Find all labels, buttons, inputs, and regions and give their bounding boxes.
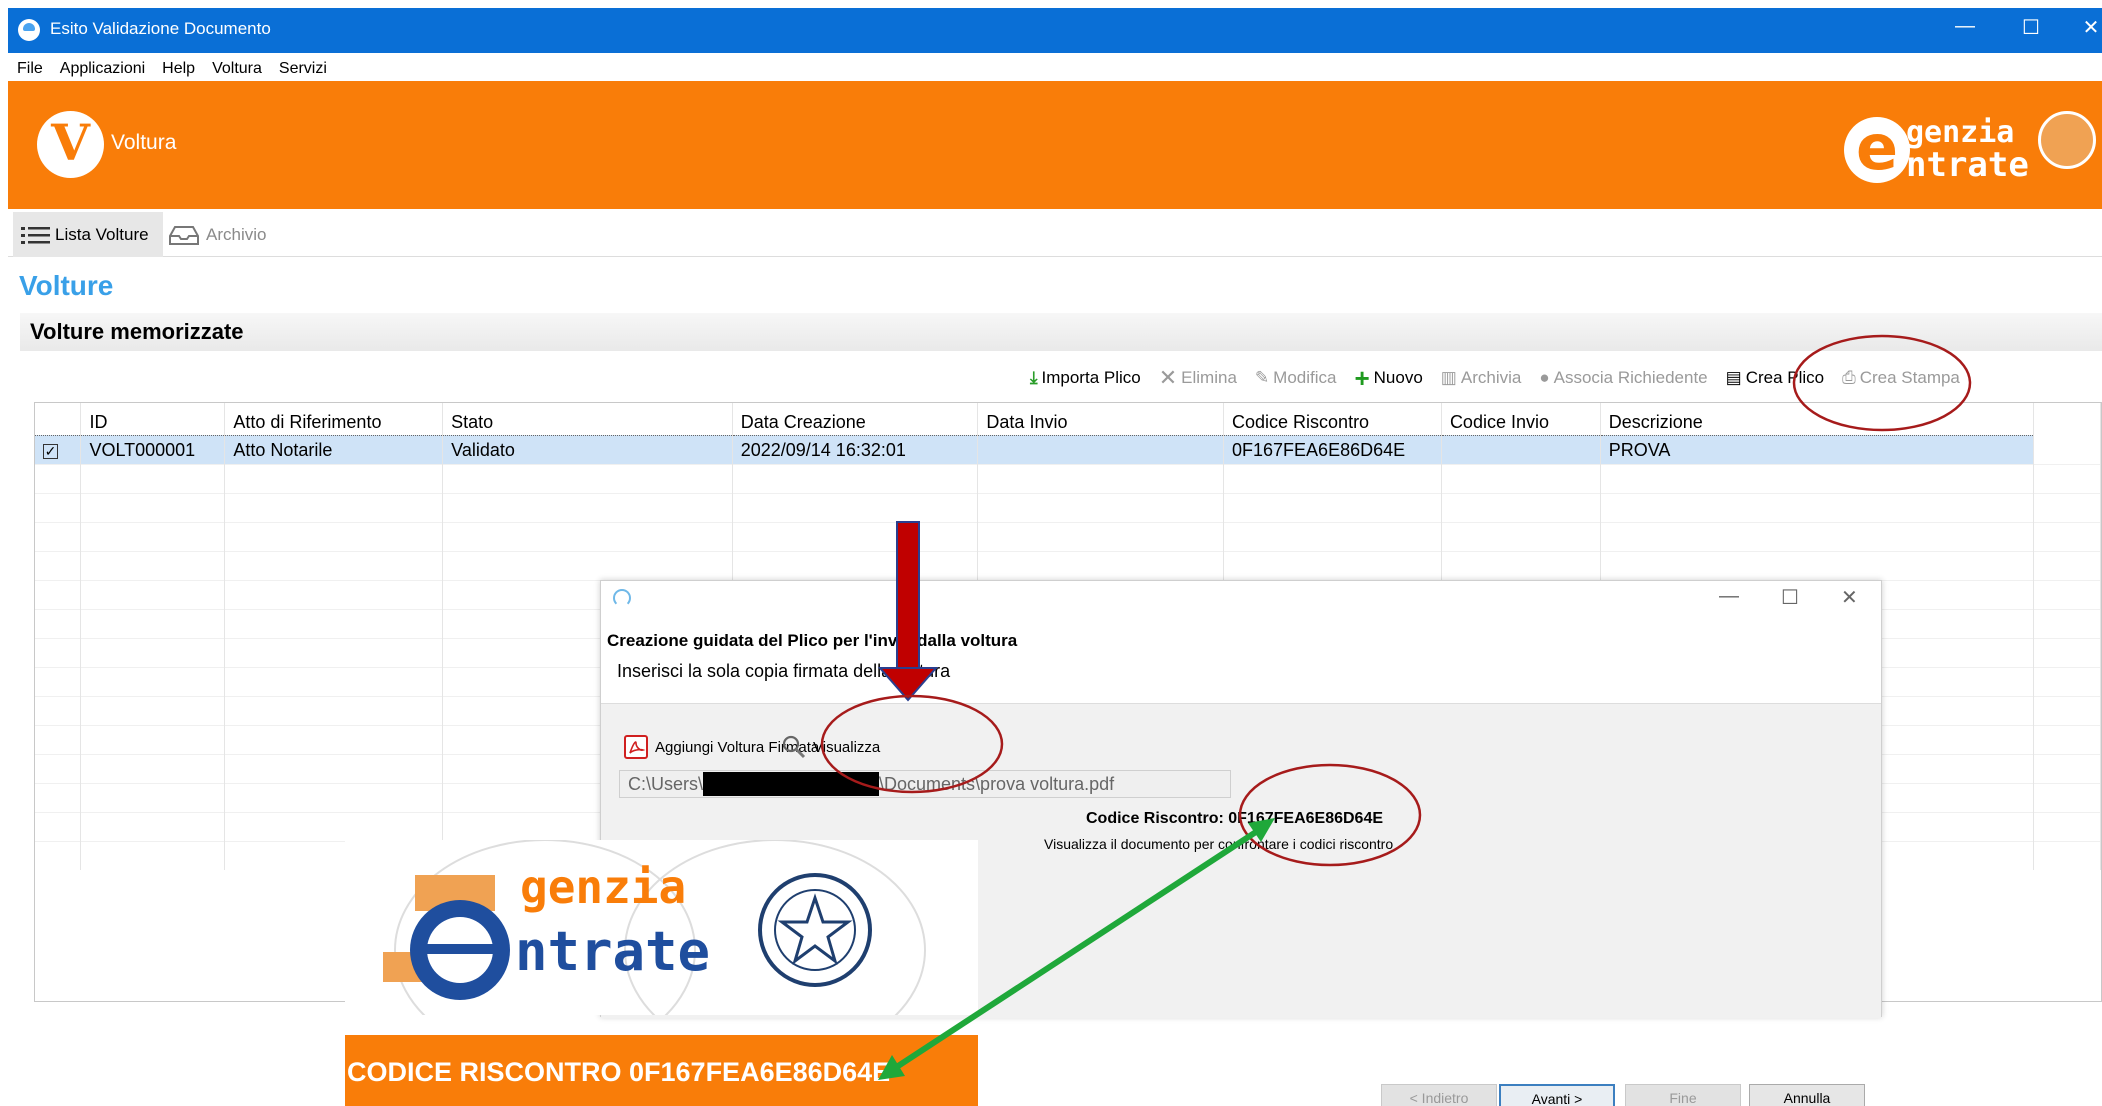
visualizza-highlight xyxy=(820,694,1004,794)
green-arrow-line xyxy=(890,825,1264,1073)
annotation-layer xyxy=(820,334,1972,1080)
codice-highlight xyxy=(1238,763,1422,867)
crea-plico-highlight xyxy=(1792,334,1972,432)
application-window: Esito Validazione Documento — ☐ ✕ File Ap… xyxy=(0,0,2102,1106)
red-arrow-shaft xyxy=(896,521,920,673)
